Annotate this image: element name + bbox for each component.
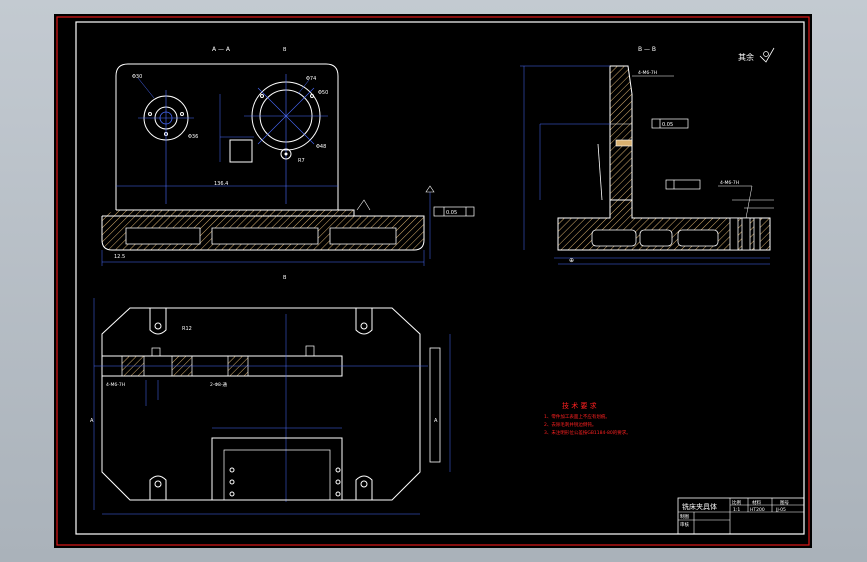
dim-thick: 12.5	[114, 254, 125, 260]
marker-b-top: B	[283, 47, 287, 53]
marker-a-right: A	[434, 418, 438, 424]
title-block: 铣床夹具体 比例 材料 图号 1:1 HT200 JJ-05 制图 审核	[677, 497, 805, 535]
dim-bore4: Φ50	[318, 90, 328, 96]
title-col3: 图号	[780, 500, 789, 506]
marker-a-symbol: ⊕	[569, 257, 574, 264]
title-col2: 材料	[752, 499, 761, 506]
flatness-2: 0.05	[662, 122, 673, 128]
tech-requirements: 技 术 要 求 1、零件加工表面上不应有划痕。 2、去除毛刺并锐边倒钝。 3、未…	[544, 401, 631, 436]
tech-item-2: 2、去除毛刺并锐边倒钝。	[544, 421, 596, 428]
title-code: HT200	[750, 507, 765, 513]
marker-b-bottom: B	[283, 275, 287, 281]
cad-viewport[interactable]: A — A B B Φ30 Φ36 Φ74 Φ50 Φ48 R7 136.4 1…	[0, 0, 867, 562]
tech-item-3: 3、未注明形位公差按GB1184-80的要求。	[544, 429, 631, 436]
hole-note: 2-Φ8-通	[210, 381, 228, 388]
view-b-b: B — B 其余 ⊕ 0.05 4-M6-7H 4-M6-7H	[520, 46, 775, 265]
section-b-label: B — B	[638, 46, 656, 53]
drawing-sheet[interactable]: A — A B B Φ30 Φ36 Φ74 Φ50 Φ48 R7 136.4 1…	[54, 14, 812, 548]
title-col1: 比例	[732, 499, 741, 506]
marker-a-left: A	[90, 418, 94, 424]
tech-title: 技 术 要 求	[562, 401, 597, 410]
title-name: 铣床夹具体	[682, 502, 717, 511]
thread-note-b: 4-M6-7H	[638, 70, 657, 76]
plan-view: A A R12 4-M6-7H 2-Φ8-通	[90, 298, 451, 515]
dim-bore3: Φ74	[306, 76, 316, 82]
thread-note-plan: 4-M6-7H	[106, 382, 125, 388]
dim-bore5: Φ48	[316, 144, 326, 150]
dim-r7: R7	[298, 158, 305, 164]
thread-note-b2: 4-M6-7H	[720, 180, 739, 186]
title-scale: 1:1	[733, 507, 740, 513]
view-a-a: A — A B B Φ30 Φ36 Φ74 Φ50 Φ48 R7 136.4 1…	[101, 46, 475, 281]
dim-bore1: Φ30	[132, 74, 142, 80]
dim-r12: R12	[182, 326, 192, 332]
cad-drawing[interactable]: A — A B B Φ30 Φ36 Φ74 Φ50 Φ48 R7 136.4 1…	[54, 14, 812, 548]
dim-width: 136.4	[214, 181, 228, 187]
section-a-label: A — A	[212, 46, 231, 53]
dim-bore2: Φ36	[188, 134, 198, 140]
roughness-note: 其余	[738, 52, 754, 62]
flatness-1: 0.05	[446, 210, 457, 216]
tech-item-1: 1、零件加工表面上不应有划痕。	[544, 413, 610, 420]
title-row1: 制图	[680, 513, 689, 520]
title-row2: 审核	[680, 521, 689, 528]
title-dwgno: JJ-05	[775, 507, 786, 513]
